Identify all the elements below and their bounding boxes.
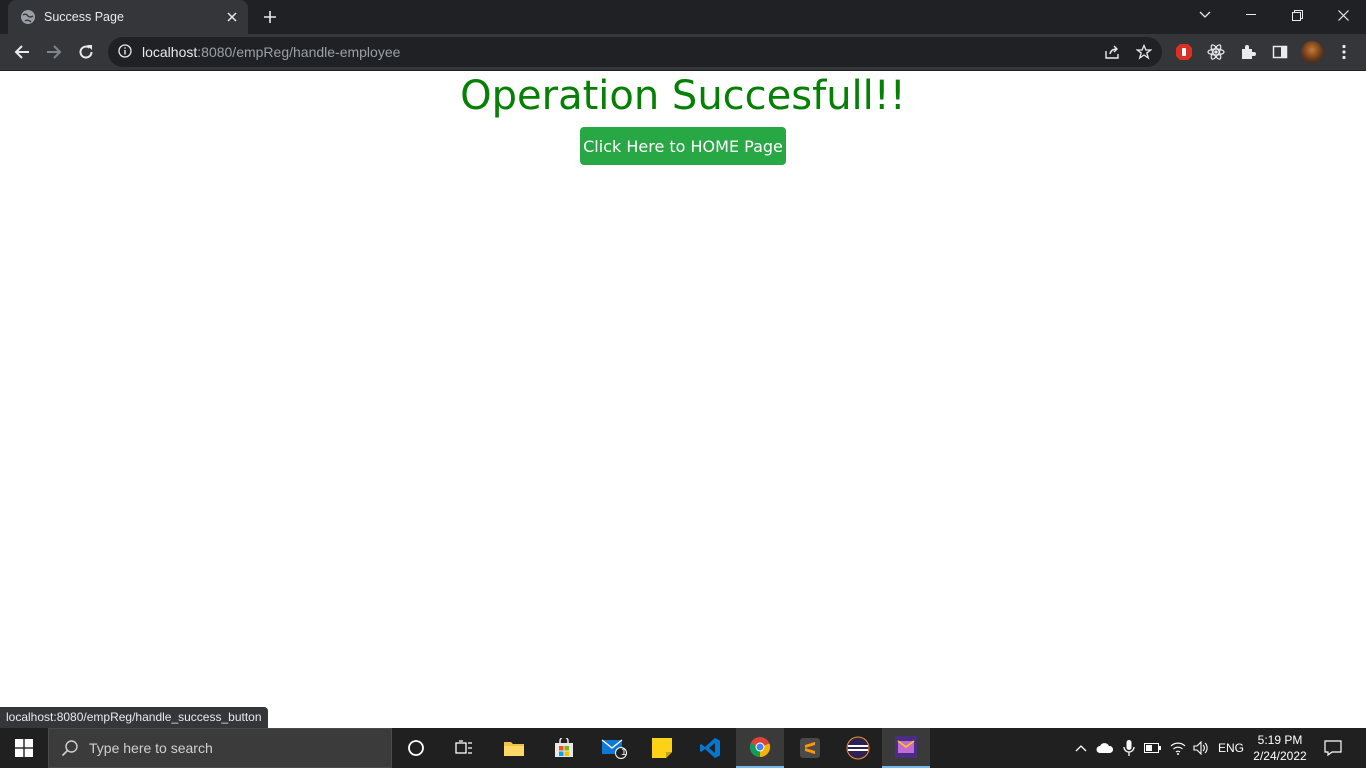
sublime-text-icon[interactable] [786,728,834,768]
back-button[interactable] [8,38,36,66]
clock-date: 2/24/2022 [1253,749,1307,763]
sticky-notes-icon[interactable] [638,728,686,768]
cortana-icon[interactable] [392,728,440,768]
task-view-icon[interactable] [440,728,488,768]
menu-dots-icon[interactable] [1333,41,1355,63]
page-heading: Operation Succesfull!! [460,73,906,119]
volume-icon[interactable] [1190,728,1212,768]
file-explorer-icon[interactable] [490,728,538,768]
side-panel-icon[interactable] [1269,41,1291,63]
extensions-puzzle-icon[interactable] [1237,41,1259,63]
browser-toolbar: localhost:8080/empReg/handle-employee [0,34,1366,71]
tab-success-page[interactable]: Success Page [8,0,248,34]
reload-button[interactable] [72,38,100,66]
tab-search-icon[interactable] [1182,0,1228,30]
battery-icon[interactable] [1142,728,1164,768]
close-window-button[interactable] [1320,0,1366,30]
profile-avatar[interactable] [1301,41,1323,63]
microsoft-store-icon[interactable] [540,728,588,768]
clock-time: 5:19 PM [1257,733,1303,747]
url-text: localhost:8080/empReg/handle-employee [142,44,400,60]
tab-strip: Success Page [0,0,1366,34]
address-bar[interactable]: localhost:8080/empReg/handle-employee [108,37,1162,67]
eclipse-icon[interactable] [834,728,882,768]
status-bar-url: localhost:8080/empReg/handle_success_but… [0,707,268,728]
wifi-icon[interactable] [1166,728,1190,768]
adblock-extension-icon[interactable] [1173,41,1195,63]
new-tab-button[interactable] [258,5,282,29]
home-page-button[interactable]: Click Here to HOME Page [580,127,786,165]
share-icon[interactable] [1102,42,1122,62]
search-placeholder: Type here to search [89,740,213,756]
language-indicator[interactable]: ENG [1214,728,1248,768]
url-path: :8080/empReg/handle-employee [197,44,401,60]
url-host: localhost [142,44,198,60]
page-content: Operation Succesfull!! Click Here to HOM… [0,71,1366,728]
mail-icon[interactable]: 1 [590,728,638,768]
vscode-icon[interactable] [686,728,734,768]
close-tab-icon[interactable] [220,5,244,29]
onedrive-icon[interactable] [1094,728,1116,768]
notifications-icon[interactable] [1318,728,1348,768]
eclipse-jee-icon[interactable] [882,728,930,768]
site-info-icon[interactable] [118,44,132,63]
tab-title: Success Page [44,10,124,24]
taskbar-search-box[interactable]: Type here to search [48,728,392,768]
bookmark-star-icon[interactable] [1134,42,1154,62]
windows-taskbar: Type here to search 1 ENG 5:19 PM 2/24/2… [0,728,1366,768]
restore-button[interactable] [1274,0,1320,30]
taskbar-clock[interactable]: 5:19 PM 2/24/2022 [1248,732,1312,764]
chrome-icon[interactable] [736,728,784,768]
minimize-button[interactable] [1228,0,1274,30]
globe-icon [21,10,35,24]
start-button[interactable] [0,728,48,768]
microphone-icon[interactable] [1118,728,1140,768]
forward-button[interactable] [40,38,68,66]
react-devtools-icon[interactable] [1205,41,1227,63]
mail-badge: 1 [621,747,627,758]
search-icon [61,740,78,757]
show-hidden-icons[interactable] [1070,728,1092,768]
